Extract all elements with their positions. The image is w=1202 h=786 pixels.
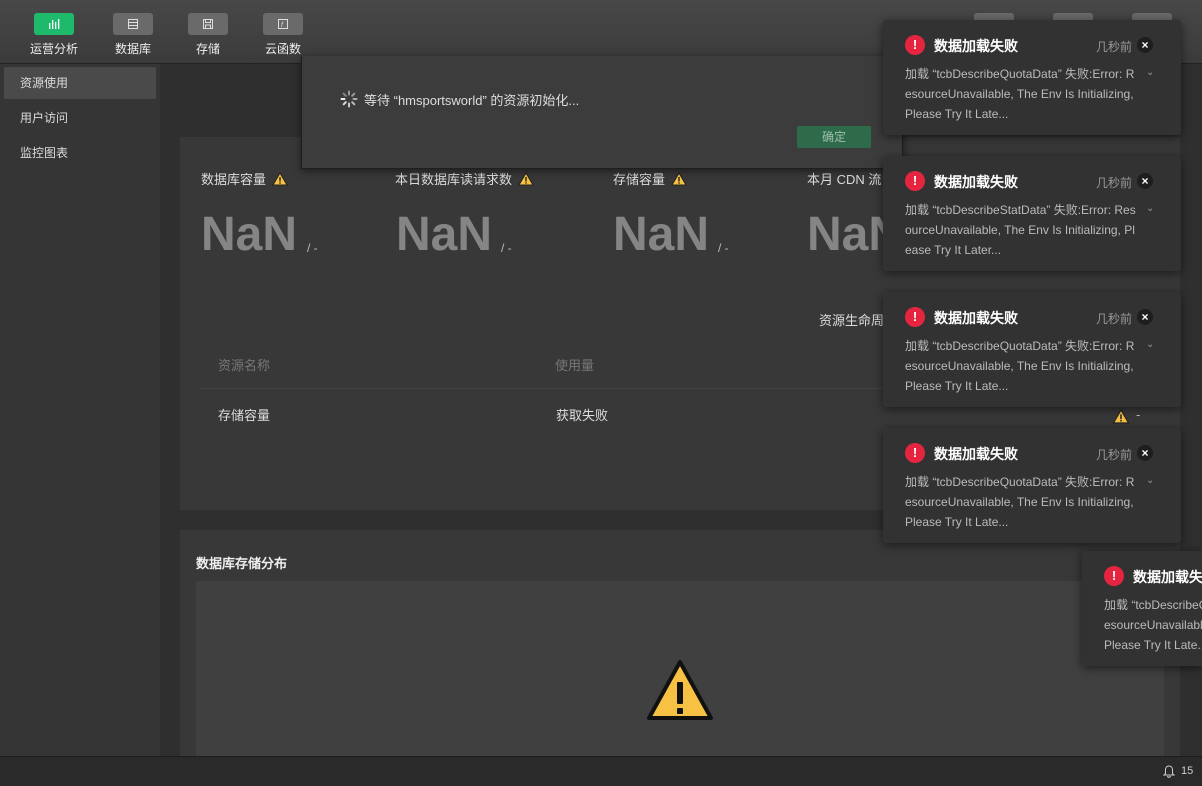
error-notification[interactable]: ! 数据加载失败 几秒前 × 加载 “tcbDescribeQuotaData”… — [883, 20, 1181, 135]
stat-label-text: 本日数据库读请求数 — [395, 172, 513, 187]
sidebar: 资源使用 用户访问 监控图表 — [0, 64, 160, 756]
db-distribution-title: 数据库存储分布 — [196, 556, 288, 571]
error-notification[interactable]: ! 数据加载失 加载 “tcbDescribeQuotaData” 失败:Err… — [1082, 551, 1202, 666]
notification-time: 几秒前 — [1096, 40, 1133, 54]
error-icon: ! — [905, 171, 925, 191]
notification-title: 数据加载失败 — [934, 446, 1018, 462]
warning-icon — [272, 171, 288, 185]
stat-unit: / - — [718, 241, 729, 255]
error-icon: ! — [905, 35, 925, 55]
database-icon — [113, 13, 153, 35]
toolbar-item-cloud-function[interactable]: f 云函数 — [253, 13, 313, 57]
table-header-usage: 使用量 — [555, 358, 595, 373]
toolbar-item-label: 运营分析 — [29, 42, 78, 56]
toolbar-item-analytics[interactable]: 运营分析 — [24, 13, 84, 57]
lifecycle-label: 资源生命周 — [819, 313, 885, 328]
toolbar-item-label: 云函数 — [264, 42, 301, 56]
confirm-button[interactable]: 确定 — [797, 126, 871, 148]
sidebar-item-monitor-charts[interactable]: 监控图表 — [4, 137, 156, 169]
close-icon[interactable]: × — [1137, 37, 1153, 53]
stat-label-text: 数据库容量 — [201, 172, 267, 187]
notification-body: 加载 “tcbDescribeStatData” 失败:Error: Resou… — [905, 203, 1136, 257]
notification-count: 15 — [1181, 765, 1194, 777]
warning-icon — [671, 171, 687, 185]
sidebar-item-resource-usage[interactable]: 资源使用 — [4, 67, 156, 99]
error-icon: ! — [1104, 566, 1124, 586]
toolbar-item-database[interactable]: 数据库 — [103, 13, 163, 57]
stat-value: NaN — [396, 208, 493, 261]
bar-chart-icon — [34, 13, 74, 35]
toolbar-item-label: 数据库 — [114, 42, 151, 56]
notification-title: 数据加载失败 — [934, 174, 1018, 190]
db-distribution-card: 数据库存储分布 — [180, 530, 1180, 756]
notification-body: 加载 “tcbDescribeQuotaData” 失败:Error: Reso… — [1104, 595, 1202, 655]
svg-text:f: f — [281, 22, 284, 29]
error-icon: ! — [905, 443, 925, 463]
notification-body: 加载 “tcbDescribeQuotaData” 失败:Error: Reso… — [905, 339, 1135, 393]
notification-body: 加载 “tcbDescribeQuotaData” 失败:Error: Reso… — [905, 67, 1135, 121]
stat-value: NaN — [613, 208, 710, 261]
error-notification[interactable]: ! 数据加载失败 几秒前 × 加载 “tcbDescribeQuotaData”… — [883, 292, 1181, 407]
close-icon[interactable]: × — [1137, 173, 1153, 189]
db-distribution-panel — [196, 581, 1164, 756]
bell-icon[interactable] — [1163, 765, 1175, 778]
stat-unit: / - — [307, 241, 318, 255]
sidebar-item-user-access[interactable]: 用户访问 — [4, 102, 156, 134]
notification-title: 数据加载失败 — [934, 310, 1018, 326]
function-icon: f — [263, 13, 303, 35]
dialog-message: 等待 “hmsportsworld” 的资源初始化... — [364, 93, 580, 108]
stat-unit: / - — [501, 241, 512, 255]
table-cell-name: 存储容量 — [218, 408, 271, 423]
notification-time: 几秒前 — [1096, 176, 1133, 190]
notification-time: 几秒前 — [1096, 312, 1133, 326]
notification-body: 加载 “tcbDescribeQuotaData” 失败:Error: Reso… — [905, 475, 1135, 529]
table-cell-usage: 获取失败 — [556, 408, 609, 423]
chevron-down-icon[interactable]: ⌄ — [1146, 475, 1154, 486]
error-icon: ! — [905, 307, 925, 327]
loading-spinner-icon — [340, 90, 358, 108]
toolbar-item-label: 存储 — [195, 42, 220, 56]
notification-body-text: 加载 “tcbDescribeQuotaData” 失败:Error: Reso… — [1104, 598, 1202, 652]
close-icon[interactable]: × — [1137, 309, 1153, 325]
status-bar: 15 — [0, 756, 1202, 786]
chevron-down-icon[interactable]: ⌄ — [1146, 203, 1154, 214]
stat-label-text: 本月 CDN 流 — [807, 172, 882, 187]
table-header-name: 资源名称 — [218, 358, 271, 373]
stat-label: 存储容量 — [613, 169, 687, 188]
stat-value: NaN — [201, 208, 298, 261]
warning-icon — [647, 660, 713, 720]
save-disk-icon — [188, 13, 228, 35]
stat-label: 本月 CDN 流 — [807, 169, 881, 188]
table-cell-status: - — [1136, 407, 1141, 422]
stat-label-text: 存储容量 — [613, 172, 666, 187]
chevron-down-icon[interactable]: ⌄ — [1146, 339, 1154, 350]
error-notification[interactable]: ! 数据加载失败 几秒前 × 加载 “tcbDescribeStatData” … — [883, 156, 1181, 271]
warning-icon — [1112, 409, 1130, 424]
stat-label: 数据库容量 — [201, 169, 288, 188]
toolbar-item-storage[interactable]: 存储 — [178, 13, 238, 57]
warning-icon — [518, 171, 534, 185]
notification-time: 几秒前 — [1096, 448, 1133, 462]
error-notification[interactable]: ! 数据加载失败 几秒前 × 加载 “tcbDescribeQuotaData”… — [883, 428, 1181, 543]
stat-label: 本日数据库读请求数 — [395, 169, 534, 188]
notification-title: 数据加载失 — [1133, 569, 1202, 585]
loading-dialog: 等待 “hmsportsworld” 的资源初始化... 确定 — [301, 56, 903, 169]
close-icon[interactable]: × — [1137, 445, 1153, 461]
chevron-down-icon[interactable]: ⌄ — [1146, 67, 1154, 78]
notification-title: 数据加载失败 — [934, 38, 1018, 54]
